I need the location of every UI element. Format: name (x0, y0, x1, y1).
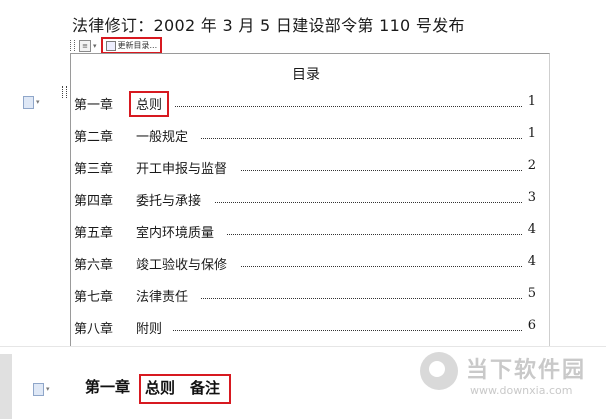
watermark-url: www.downxia.com (470, 384, 573, 397)
toc-chapter: 第八章 (74, 322, 114, 337)
chevron-down-icon[interactable]: ▾ (93, 42, 97, 50)
paragraph-icon[interactable] (23, 96, 34, 109)
highlight-box (129, 91, 169, 117)
toc-content-control[interactable]: 目录 第一章 总则 1 第二章 一般规定 1 第三章 开工申报与监督 2 第四章… (70, 53, 550, 347)
toc-page-number: 2 (527, 158, 536, 173)
toc-chapter: 第四章 (74, 194, 114, 209)
toc-chapter: 第二章 (74, 130, 114, 145)
toc-entry[interactable]: 第六章 竣工验收与保修 4 (74, 252, 540, 274)
toc-entry[interactable]: 第七章 法律责任 5 (74, 284, 540, 306)
toc-entry[interactable]: 第五章 室内环境质量 4 (74, 220, 540, 242)
toc-chapter: 第一章 (74, 98, 114, 113)
chapter-heading-number: 第一章 (85, 378, 131, 396)
chevron-down-icon[interactable]: ▾ (46, 385, 50, 393)
toc-entry[interactable]: 第二章 一般规定 1 (74, 124, 540, 146)
drag-handle-icon[interactable] (70, 40, 75, 51)
toc-page-number: 6 (527, 318, 536, 333)
revision-heading: 法律修订：2002 年 3 月 5 日建设部令第 110 号发布 (72, 16, 465, 35)
update-toc-label: 更新目录... (117, 41, 158, 50)
toc-entry-name: 室内环境质量 (136, 226, 215, 241)
toc-entry-name: 一般规定 (136, 130, 189, 145)
highlight-box (139, 374, 231, 404)
refresh-icon (105, 40, 116, 51)
toc-chapter: 第三章 (74, 162, 114, 177)
toc-chapter: 第六章 (74, 258, 114, 273)
toc-entry-name: 竣工验收与保修 (136, 258, 228, 273)
toc-entry-name: 附则 (136, 322, 163, 337)
watermark-brand: 当下软件园 (466, 358, 587, 383)
toc-entry-name: 法律责任 (136, 290, 189, 305)
toc-entry-name: 开工申报与监督 (136, 162, 228, 177)
toc-entry[interactable]: 第八章 附则 6 (74, 316, 540, 338)
chevron-down-icon[interactable]: ▾ (36, 98, 40, 106)
toc-page-number: 4 (527, 254, 536, 269)
toc-page-number: 3 (527, 190, 536, 205)
toc-menu-icon[interactable]: ≡ (79, 39, 91, 52)
toc-chapter: 第五章 (74, 226, 114, 241)
toc-page-number: 5 (527, 286, 536, 301)
toc-title: 目录 (292, 67, 320, 83)
toc-toolbar: ≡ ▾ 更新目录... (70, 37, 163, 54)
paragraph-icon[interactable] (33, 383, 44, 396)
watermark-logo-icon (420, 352, 458, 390)
toc-chapter: 第七章 (74, 290, 114, 305)
watermark: 当下软件园 www.downxia.com (420, 350, 606, 419)
update-toc-button[interactable]: 更新目录... (100, 37, 163, 54)
toc-entry[interactable]: 第三章 开工申报与监督 2 (74, 156, 540, 178)
toc-drag-handle[interactable] (62, 86, 67, 98)
toc-entry-name: 委托与承接 (136, 194, 202, 209)
page-margin-shade (0, 354, 12, 419)
toc-entry[interactable]: 第四章 委托与承接 3 (74, 188, 540, 210)
toc-page-number: 4 (527, 222, 536, 237)
toc-page-number: 1 (527, 94, 536, 109)
toc-page-number: 1 (527, 126, 536, 141)
